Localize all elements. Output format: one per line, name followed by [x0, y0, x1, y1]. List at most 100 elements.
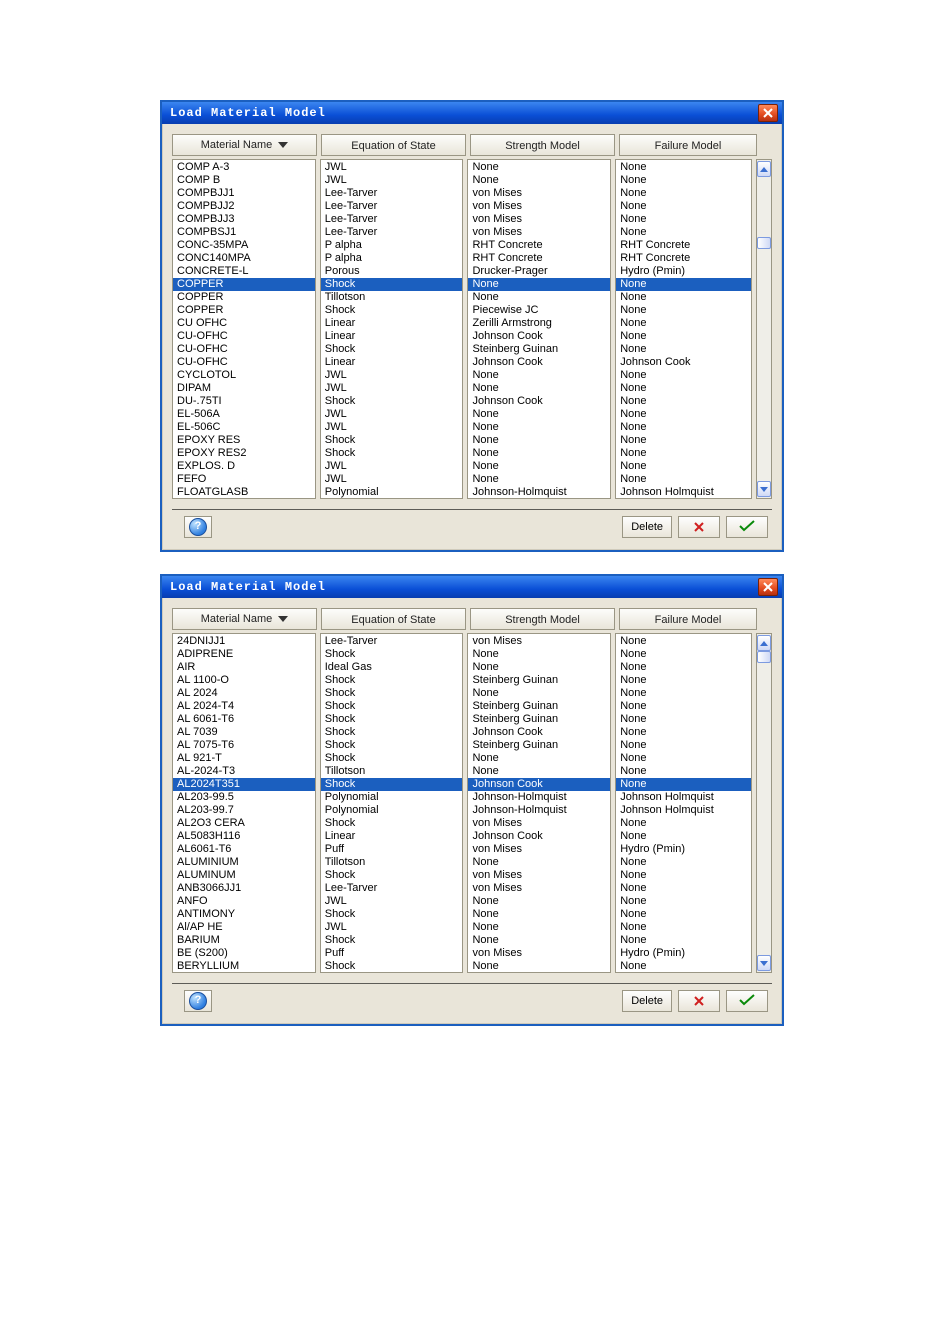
table-cell[interactable]: Drucker-Prager — [468, 265, 610, 278]
table-cell[interactable]: None — [616, 226, 751, 239]
table-cell[interactable]: COMPBJJ1 — [173, 187, 315, 200]
table-cell[interactable]: Johnson Cook — [468, 395, 610, 408]
table-cell[interactable]: Johnson Cook — [616, 356, 751, 369]
scroll-thumb[interactable] — [757, 651, 771, 663]
table-cell[interactable]: Linear — [321, 356, 463, 369]
table-cell[interactable]: None — [616, 661, 751, 674]
table-cell[interactable]: FLOATGLASB — [173, 486, 315, 499]
table-cell[interactable]: Shock — [321, 304, 463, 317]
table-cell[interactable]: None — [616, 856, 751, 869]
column-listbox[interactable]: von MisesNoneNoneSteinberg GuinanNoneSte… — [467, 633, 611, 973]
table-cell[interactable]: DIPAM — [173, 382, 315, 395]
table-cell[interactable]: Johnson Cook — [468, 778, 610, 791]
column-header[interactable]: Material Name — [172, 608, 317, 630]
table-cell[interactable]: von Mises — [468, 226, 610, 239]
table-cell[interactable]: Hydro (Pmin) — [616, 947, 751, 960]
table-cell[interactable]: Johnson Cook — [468, 726, 610, 739]
table-cell[interactable]: Lee-Tarver — [321, 635, 463, 648]
table-cell[interactable]: None — [468, 661, 610, 674]
table-cell[interactable]: AL5083H116 — [173, 830, 315, 843]
table-cell[interactable]: RHT Concrete — [616, 252, 751, 265]
table-cell[interactable]: None — [616, 674, 751, 687]
table-cell[interactable]: None — [616, 278, 751, 291]
table-cell[interactable]: Shock — [321, 908, 463, 921]
table-cell[interactable]: 24DNIJJ1 — [173, 635, 315, 648]
table-cell[interactable]: None — [616, 330, 751, 343]
table-cell[interactable]: von Mises — [468, 947, 610, 960]
table-cell[interactable]: Shock — [321, 752, 463, 765]
table-cell[interactable]: None — [616, 434, 751, 447]
table-cell[interactable]: None — [616, 700, 751, 713]
table-cell[interactable]: CONCRETE-L — [173, 265, 315, 278]
table-cell[interactable]: None — [468, 752, 610, 765]
column-header[interactable]: Strength Model — [470, 134, 615, 156]
table-cell[interactable]: None — [468, 174, 610, 187]
table-cell[interactable]: None — [468, 960, 610, 973]
table-cell[interactable]: None — [616, 291, 751, 304]
table-cell[interactable]: None — [616, 960, 751, 973]
table-cell[interactable]: Linear — [321, 830, 463, 843]
table-cell[interactable]: AL 1100-O — [173, 674, 315, 687]
table-cell[interactable]: AL 921-T — [173, 752, 315, 765]
table-cell[interactable]: None — [616, 765, 751, 778]
cancel-button[interactable] — [678, 516, 720, 538]
table-cell[interactable]: Steinberg Guinan — [468, 700, 610, 713]
table-cell[interactable]: Lee-Tarver — [321, 226, 463, 239]
table-cell[interactable]: Johnson Cook — [468, 830, 610, 843]
table-cell[interactable]: None — [616, 934, 751, 947]
table-cell[interactable]: None — [616, 648, 751, 661]
table-cell[interactable]: Shock — [321, 447, 463, 460]
column-header[interactable]: Failure Model — [619, 608, 757, 630]
table-cell[interactable]: AL 6061-T6 — [173, 713, 315, 726]
table-cell[interactable]: None — [616, 343, 751, 356]
table-cell[interactable]: Shock — [321, 395, 463, 408]
table-cell[interactable]: P alpha — [321, 252, 463, 265]
table-cell[interactable]: EPOXY RES2 — [173, 447, 315, 460]
table-cell[interactable]: COMP A-3 — [173, 161, 315, 174]
table-cell[interactable]: COPPER — [173, 291, 315, 304]
table-cell[interactable]: None — [468, 856, 610, 869]
table-cell[interactable]: Puff — [321, 843, 463, 856]
table-cell[interactable]: None — [468, 291, 610, 304]
table-cell[interactable]: None — [616, 213, 751, 226]
ok-button[interactable] — [726, 990, 768, 1012]
table-cell[interactable]: P alpha — [321, 239, 463, 252]
table-cell[interactable]: None — [616, 869, 751, 882]
table-cell[interactable]: von Mises — [468, 817, 610, 830]
table-cell[interactable]: JWL — [321, 174, 463, 187]
column-listbox[interactable]: NoneNonevon Misesvon Misesvon Misesvon M… — [467, 159, 611, 499]
scroll-thumb[interactable] — [757, 237, 771, 249]
table-cell[interactable]: None — [468, 161, 610, 174]
titlebar[interactable]: Load Material Model — [162, 576, 782, 598]
table-cell[interactable]: ALUMINUM — [173, 869, 315, 882]
close-button[interactable] — [758, 104, 778, 122]
table-cell[interactable]: Al/AP HE — [173, 921, 315, 934]
table-cell[interactable]: CU-OFHC — [173, 356, 315, 369]
table-cell[interactable]: Johnson Holmquist — [616, 791, 751, 804]
table-cell[interactable]: None — [616, 382, 751, 395]
table-cell[interactable]: Lee-Tarver — [321, 200, 463, 213]
table-cell[interactable]: Shock — [321, 726, 463, 739]
table-cell[interactable]: Steinberg Guinan — [468, 343, 610, 356]
table-cell[interactable]: None — [616, 752, 751, 765]
table-cell[interactable]: Steinberg Guinan — [468, 739, 610, 752]
table-cell[interactable]: None — [468, 382, 610, 395]
table-cell[interactable]: AL203-99.5 — [173, 791, 315, 804]
scroll-up-button[interactable] — [757, 161, 771, 177]
help-button[interactable]: ? — [184, 516, 212, 538]
table-cell[interactable]: None — [468, 408, 610, 421]
table-cell[interactable]: Shock — [321, 934, 463, 947]
table-cell[interactable]: Steinberg Guinan — [468, 713, 610, 726]
table-cell[interactable]: None — [616, 921, 751, 934]
ok-button[interactable] — [726, 516, 768, 538]
column-header[interactable]: Strength Model — [470, 608, 615, 630]
column-header[interactable]: Failure Model — [619, 134, 757, 156]
table-cell[interactable]: EL-506C — [173, 421, 315, 434]
table-cell[interactable]: None — [616, 817, 751, 830]
table-cell[interactable]: CYCLOTOL — [173, 369, 315, 382]
vertical-scrollbar[interactable] — [756, 159, 772, 499]
scroll-track[interactable] — [758, 651, 770, 955]
scroll-down-button[interactable] — [757, 955, 771, 971]
table-cell[interactable]: JWL — [321, 895, 463, 908]
table-cell[interactable]: JWL — [321, 382, 463, 395]
